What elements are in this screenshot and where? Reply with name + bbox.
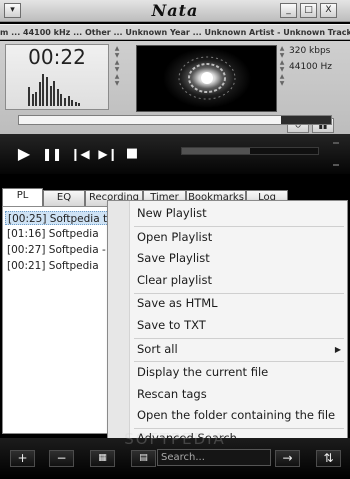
remove-button[interactable]: − (49, 450, 74, 467)
add-button[interactable]: + (10, 450, 35, 467)
previous-icon[interactable]: ❙◀ (67, 134, 93, 174)
time-panel: 00:22 (5, 44, 109, 110)
spectrum-bar (49, 85, 52, 106)
search-go-button[interactable]: → (275, 450, 300, 467)
spectrum-bar (28, 87, 30, 106)
spectrum-bar (42, 73, 45, 106)
menu-item-save-to-txt[interactable]: Save to TXT (130, 315, 347, 336)
volume-level (182, 148, 250, 154)
close-button[interactable]: X (320, 3, 337, 18)
sort-all-label: Sort all (137, 342, 178, 356)
volume-slider[interactable] (181, 147, 319, 155)
maximize-button[interactable]: □ (300, 3, 317, 18)
elapsed-time[interactable]: 00:22 (6, 45, 108, 69)
spectrum-bar (74, 101, 77, 106)
playlist-context-menu: New Playlist Open Playlist Save Playlist… (107, 200, 348, 450)
seek-bar[interactable] (18, 115, 332, 125)
system-menu-button[interactable]: ▾ (4, 3, 21, 18)
next-icon[interactable]: ▶❙ (95, 134, 121, 174)
menu-item-save-playlist[interactable]: Save Playlist (130, 248, 347, 269)
submenu-arrow-icon: ▶ (334, 345, 341, 354)
play-icon[interactable]: ▶ (11, 134, 37, 174)
minimize-button[interactable]: _ (280, 3, 297, 18)
spectrum-bar (71, 99, 74, 106)
menu-item-clear-playlist[interactable]: Clear playlist (130, 270, 347, 291)
watermark: SOFTPEDIA (124, 430, 226, 448)
title-bar: ▾ Nata _ □ X (0, 0, 350, 22)
spectrum-bar (35, 92, 38, 106)
menu-item-display-current-file[interactable]: Display the current file (130, 362, 347, 383)
track-info-ticker: m ... 44100 kHz ... Other ... Unknown Ye… (0, 24, 350, 40)
spectrum-bar (38, 82, 41, 106)
spectrum-bar (31, 94, 34, 106)
grip-handle-icon[interactable] (333, 142, 339, 166)
nebula-visualization-icon (137, 46, 276, 111)
tab-pl[interactable]: PL (2, 188, 43, 206)
bitrate: 320 kbps (289, 46, 331, 56)
app-title: Nata (151, 1, 199, 20)
menu-icon-strip (108, 201, 130, 449)
sample-rate: 44100 Hz (289, 62, 332, 72)
menu-item-rescan-tags[interactable]: Rescan tags (130, 384, 347, 405)
sort-order-button[interactable]: ⇅ (316, 450, 341, 467)
spectrum-analyzer (28, 72, 86, 106)
menu-item-sort-all[interactable]: Sort all ▶ (130, 339, 347, 360)
spectrum-bar (53, 80, 56, 106)
file-icon[interactable]: ▤ (131, 450, 156, 467)
spectrum-bar (56, 89, 59, 106)
pause-icon[interactable]: ❚❚ (39, 134, 65, 174)
seek-progress (19, 116, 282, 124)
scroll-arrows-right-icon[interactable]: ▲ ▼ ▲ ▼ ▲ ▼ (279, 45, 285, 87)
scroll-arrows-icon[interactable]: ▲ ▼ ▲ ▼ ▲ ▼ (114, 45, 120, 87)
visualizer[interactable] (136, 45, 277, 112)
stop-icon[interactable]: ■ (119, 134, 145, 174)
spectrum-bar (46, 77, 48, 106)
search-input[interactable]: Search... (157, 449, 271, 466)
menu-item-save-as-html[interactable]: Save as HTML (130, 293, 347, 314)
menu-item-open-playlist[interactable]: Open Playlist (130, 227, 347, 248)
tab-eq[interactable]: EQ (43, 190, 85, 206)
menu-item-new-playlist[interactable]: New Playlist (130, 203, 347, 224)
spectrum-bar (64, 97, 66, 106)
spectrum-bar (78, 103, 81, 106)
grid-view-icon[interactable]: ▦ (90, 450, 115, 467)
spectrum-bar (67, 95, 70, 106)
spectrum-bar (60, 94, 63, 106)
menu-item-open-folder[interactable]: Open the folder containing the file (130, 405, 347, 426)
